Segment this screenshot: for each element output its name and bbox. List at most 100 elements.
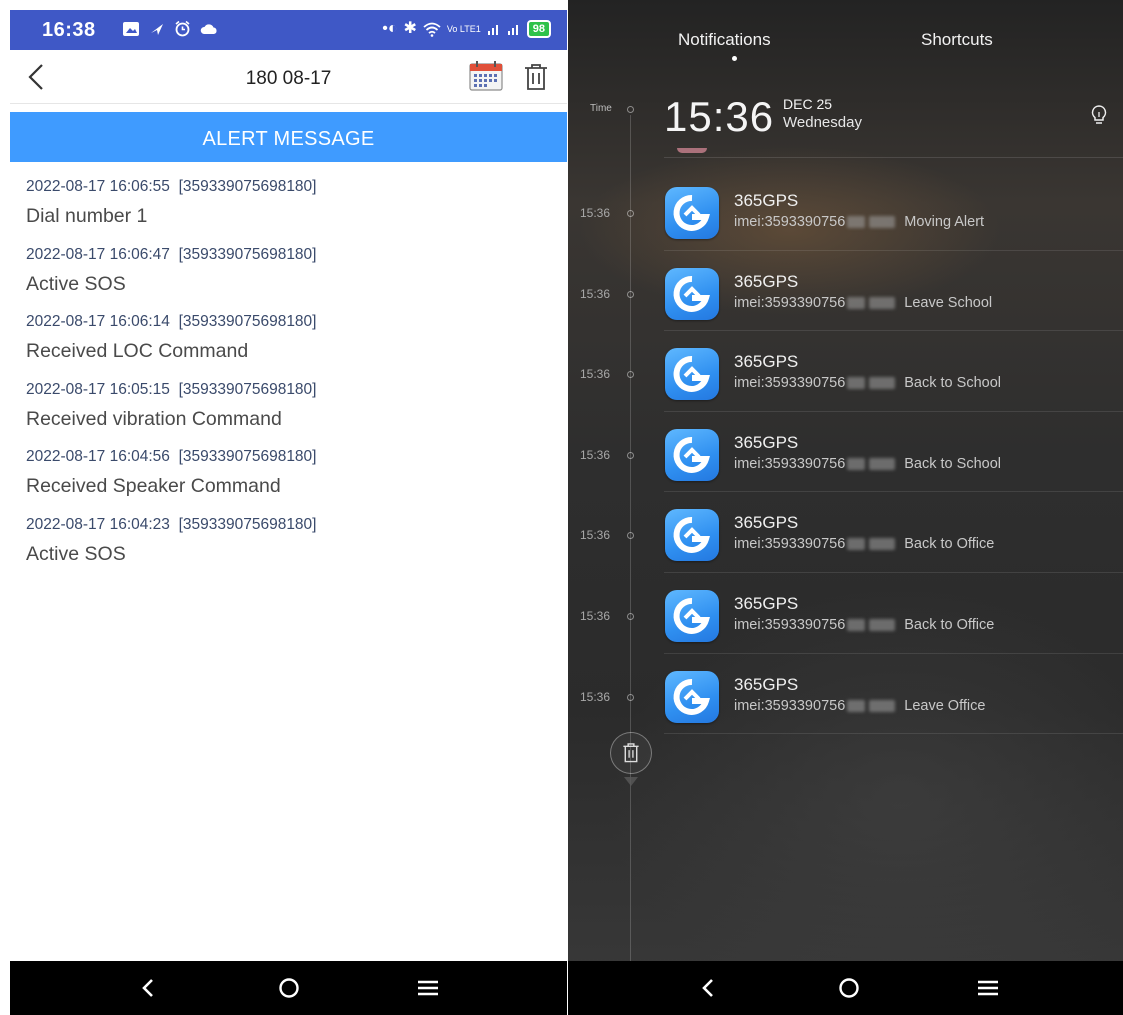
list-item[interactable]: 2022-08-17 16:04:56 [359339075698180] Re… (26, 448, 546, 516)
notification-card[interactable]: 365GPS imei:3593390756 Leave Office (664, 654, 1123, 735)
message-device-id: [359339075698180] (178, 178, 317, 195)
redacted-digits (847, 377, 866, 390)
status-right-icons: •◐ ✱ Vo LTE1 98 (382, 19, 551, 39)
redacted-digits (869, 699, 896, 712)
notification-item[interactable]: 15:36 365GPS imei:3593390756 Back to Offi… (568, 573, 1123, 654)
notification-time: 15:36 (580, 528, 611, 543)
nav-back-icon[interactable] (132, 973, 166, 1003)
wifi-icon (423, 22, 441, 37)
notification-item[interactable]: 15:36 365GPS imei:3593390756 Leave Office (568, 654, 1123, 735)
tab-notifications[interactable]: Notifications (678, 30, 771, 50)
notification-item[interactable]: 15:36 365GPS imei:3593390756 Back to Scho… (568, 331, 1123, 412)
list-item[interactable]: 2022-08-17 16:06:55 [359339075698180] Di… (26, 178, 546, 246)
screenshot-root: 16:38 •◐ ✱ Vo LTE1 98 180 08-17 ALERT ME… (0, 0, 1123, 1015)
timeline-node (627, 210, 634, 217)
nav-home-icon[interactable] (272, 973, 306, 1003)
notification-app-name: 365GPS (734, 674, 799, 694)
notification-time: 15:36 (580, 367, 611, 382)
signal-icon-1 (487, 25, 498, 35)
message-meta: 2022-08-17 16:05:15 [359339075698180] (26, 381, 546, 406)
calendar-icon[interactable] (468, 60, 504, 92)
notification-card[interactable]: 365GPS imei:3593390756 Leave School (664, 251, 1123, 332)
volte-label: Vo LTE1 (446, 23, 481, 34)
message-text: Active SOS (26, 542, 126, 565)
cloud-icon (200, 23, 217, 34)
redacted-digits (847, 457, 866, 470)
list-item[interactable]: 2022-08-17 16:05:15 [359339075698180] Re… (26, 381, 546, 449)
tab-shortcuts[interactable]: Shortcuts (921, 30, 993, 50)
timeline-node (627, 693, 634, 701)
notification-imei: imei:3593390756 (734, 294, 846, 311)
timeline-node (627, 451, 634, 459)
nav-menu-icon[interactable] (411, 973, 445, 1003)
vibrate-icon: •◐ (382, 20, 398, 37)
notification-alert-type: Leave Office (904, 697, 986, 714)
shade-date: DEC 25 (783, 96, 833, 112)
redacted-digits (869, 296, 896, 309)
notification-time: 15:36 (580, 689, 611, 704)
status-time: 16:38 (42, 19, 96, 41)
notification-imei: imei:3593390756 (734, 616, 846, 633)
shade-clock: 15:36 (664, 93, 775, 140)
365gps-app-icon (665, 348, 719, 401)
nav-back-icon[interactable] (692, 973, 726, 1003)
nav-home-icon[interactable] (832, 973, 866, 1003)
notification-alert-type: Leave School (904, 294, 993, 311)
trash-icon[interactable] (523, 62, 549, 92)
notification-alert-type: Back to Office (904, 616, 995, 633)
message-device-id: [359339075698180] (178, 380, 317, 398)
message-timestamp: 2022-08-17 16:06:14 (26, 313, 170, 330)
notification-time: 15:36 (580, 447, 611, 462)
365gps-app-icon (665, 267, 719, 320)
timeline-node (627, 106, 634, 113)
notification-time: 15:36 (580, 286, 611, 301)
notification-card[interactable]: 365GPS imei:3593390756 Moving Alert (664, 170, 1123, 251)
365gps-app-icon (665, 187, 719, 239)
notification-body: imei:3593390756 Back to School (734, 456, 1001, 472)
message-device-id: [359339075698180] (178, 313, 317, 330)
list-item[interactable]: 2022-08-17 16:06:14 [359339075698180] Re… (26, 313, 546, 381)
notification-body: imei:3593390756 Leave Office (734, 698, 985, 714)
redacted-digits (869, 457, 896, 470)
notification-item[interactable]: 15:36 365GPS imei:3593390756 Moving Alert (568, 170, 1123, 251)
message-text: Dial number 1 (26, 205, 148, 227)
notification-card[interactable]: 365GPS imei:3593390756 Back to School (664, 331, 1123, 412)
notification-alert-type: Back to Office (904, 536, 995, 553)
message-text: Received LOC Command (26, 340, 249, 362)
clear-all-trash-icon[interactable] (610, 732, 652, 774)
notification-card[interactable]: 365GPS imei:3593390756 Back to Office (664, 573, 1123, 654)
list-item[interactable]: 2022-08-17 16:04:23 [359339075698180] Ac… (26, 516, 546, 584)
message-timestamp: 2022-08-17 16:06:55 (26, 178, 170, 195)
notification-item[interactable]: 15:36 365GPS imei:3593390756 Leave School (568, 251, 1123, 332)
notification-item[interactable]: 15:36 365GPS imei:3593390756 Back to Offi… (568, 492, 1123, 573)
notification-item[interactable]: 15:36 365GPS imei:3593390756 Back to Scho… (568, 412, 1123, 493)
notification-card[interactable]: 365GPS imei:3593390756 Back to Office (664, 492, 1123, 573)
notification-imei: imei:3593390756 (734, 214, 846, 230)
notification-alert-type: Back to School (904, 375, 1001, 392)
alert-message-list: 2022-08-17 16:06:55 [359339075698180] Di… (26, 178, 546, 583)
message-text: Active SOS (26, 272, 126, 295)
notification-card[interactable]: 365GPS imei:3593390756 Back to School (664, 412, 1123, 493)
message-device-id: [359339075698180] (178, 515, 317, 533)
partially-hidden-notification (664, 148, 1123, 158)
shade-tabs: Notifications Shortcuts (568, 0, 1123, 70)
system-nav-bar (10, 961, 567, 1015)
message-timestamp: 2022-08-17 16:04:56 (26, 448, 170, 465)
nav-menu-icon[interactable] (971, 973, 1005, 1003)
lightbulb-icon[interactable] (1090, 104, 1108, 126)
battery-indicator: 98 (526, 20, 551, 38)
message-meta: 2022-08-17 16:04:23 [359339075698180] (26, 516, 546, 541)
notification-alert-type: Moving Alert (904, 214, 985, 230)
list-item[interactable]: 2022-08-17 16:06:47 [359339075698180] Ac… (26, 246, 546, 314)
status-left-icons (122, 20, 218, 37)
left-phone-screen: 16:38 •◐ ✱ Vo LTE1 98 180 08-17 ALERT ME… (0, 0, 568, 1015)
redacted-digits (847, 538, 866, 551)
system-nav-bar (568, 961, 1123, 1015)
timeline-node (627, 532, 634, 540)
notification-app-name: 365GPS (734, 432, 799, 452)
shade-weekday: Wednesday (783, 114, 862, 131)
app-header: 180 08-17 (10, 50, 567, 104)
alert-message-tab[interactable]: ALERT MESSAGE (10, 112, 567, 162)
notification-time: 15:36 (580, 608, 611, 623)
timeline-node (627, 612, 634, 620)
